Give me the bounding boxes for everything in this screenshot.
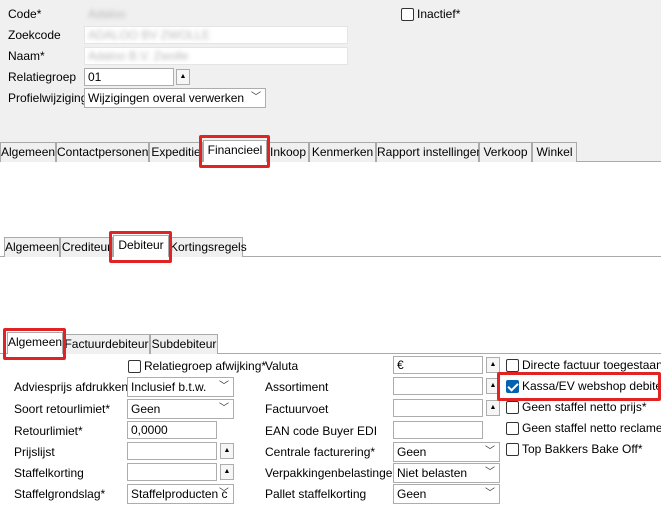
fin-tab-kortingsregels[interactable]: Kortingsregels — [169, 237, 247, 257]
geen-staffel-prijs-label: Geen staffel netto prijs* — [522, 400, 647, 414]
assortiment-label: Assortiment — [265, 380, 329, 394]
adviesprijs-label: Adviesprijs afdrukken* — [14, 380, 133, 394]
geen-staffel-prijs-checkbox[interactable] — [506, 401, 519, 414]
chevron-down-icon: ﹀ — [219, 488, 229, 499]
chevron-down-icon: ﹀ — [219, 403, 229, 414]
deb-tab-factuurdebiteur[interactable]: Factuurdebiteur — [63, 334, 150, 354]
deb-tab-subdebiteur[interactable]: Subdebiteur — [150, 334, 218, 354]
staffelkorting-lookup-icon[interactable]: ▲ — [220, 464, 234, 480]
algemeen-highlight — [3, 328, 66, 360]
code-label: Code* — [8, 7, 42, 21]
ean-field[interactable] — [393, 421, 483, 439]
chevron-down-icon: ﹀ — [251, 92, 261, 103]
retourlimiet-label: Retourlimiet* — [14, 424, 83, 438]
staffelgrondslag-select[interactable]: Staffelproducten c ﹀ — [127, 484, 234, 504]
relatiegroep-field[interactable]: 01 — [84, 68, 174, 86]
pallet-staffelkorting-label: Pallet staffelkorting — [265, 487, 367, 501]
financieel-highlight — [199, 135, 270, 168]
top-bakkers-label: Top Bakkers Bake Off* — [522, 442, 643, 456]
profielwijziging-select[interactable]: Wijzigingen overal verwerken ﹀ — [84, 88, 266, 108]
valuta-lookup-icon[interactable]: ▲ — [486, 357, 500, 373]
verpakking-select[interactable]: Niet belasten ﹀ — [393, 463, 500, 483]
fin-tab-bar: Algemeen Crediteur Debiteur Kortingsrege… — [0, 235, 661, 257]
verpakking-label: Verpakkingenbelastingen* — [265, 466, 404, 480]
staffelkorting-label: Staffelkorting — [14, 466, 84, 480]
prijslijst-field[interactable] — [127, 442, 217, 460]
prijslijst-lookup-icon[interactable]: ▲ — [220, 443, 234, 459]
fin-tab-algemeen[interactable]: Algemeen — [4, 237, 60, 257]
directe-factuur-checkbox[interactable] — [506, 359, 519, 372]
fin-tab-crediteur[interactable]: Crediteur — [60, 237, 113, 257]
pallet-staffelkorting-select[interactable]: Geen ﹀ — [393, 484, 500, 504]
naam-label: Naam* — [8, 49, 45, 63]
factuurvoet-field[interactable] — [393, 399, 483, 417]
tab-rapport-instellingen[interactable]: Rapport instellingen — [376, 142, 483, 162]
kassa-ev-highlight — [497, 372, 661, 401]
tab-contactpersonen[interactable]: Contactpersonen — [56, 142, 149, 162]
tab-kenmerken[interactable]: Kenmerken — [309, 142, 376, 162]
chevron-down-icon: ﹀ — [485, 446, 495, 457]
valuta-field[interactable]: € — [393, 356, 483, 374]
tab-expeditie[interactable]: Expeditie — [149, 142, 203, 162]
chevron-down-icon: ﹀ — [485, 467, 495, 478]
chevron-down-icon: ﹀ — [485, 488, 495, 499]
ean-label: EAN code Buyer EDI — [265, 424, 378, 438]
inactief-label: Inactief* — [417, 7, 461, 21]
top-bakkers-checkbox[interactable] — [506, 443, 519, 456]
relatiegroep-label: Relatiegroep — [8, 70, 77, 84]
naam-field[interactable]: Adaloo B.V. Zwolle — [84, 47, 348, 65]
adviesprijs-select[interactable]: Inclusief b.t.w. ﹀ — [127, 377, 234, 397]
main-tab-bar: Algemeen Contactpersonen Expeditie Finan… — [0, 140, 661, 162]
factuurvoet-label: Factuurvoet — [265, 402, 329, 416]
deb-tab-bar: Algemeen Factuurdebiteur Subdebiteur — [0, 332, 661, 354]
inactief-checkbox[interactable] — [401, 8, 414, 21]
profielwijziging-label: Profielwijziging* — [8, 91, 93, 105]
valuta-label: Valuta — [265, 359, 299, 373]
directe-factuur-label: Directe factuur toegestaan* — [522, 358, 661, 372]
geen-staffel-reclame-checkbox[interactable] — [506, 422, 519, 435]
code-field[interactable]: Adaloo — [84, 5, 180, 23]
zoekcode-label: Zoekcode — [8, 28, 61, 42]
staffelkorting-field[interactable] — [127, 463, 217, 481]
assortiment-field[interactable] — [393, 377, 483, 395]
soort-retourlimiet-select[interactable]: Geen ﹀ — [127, 399, 234, 419]
tab-winkel[interactable]: Winkel — [532, 142, 577, 162]
staffelgrondslag-label: Staffelgrondslag* — [14, 487, 106, 501]
geen-staffel-reclame-label: Geen staffel netto reclame* — [522, 421, 661, 435]
relatiegroep-afwijking-label: Relatiegroep afwijking* — [144, 359, 267, 373]
soort-retourlimiet-label: Soort retourlimiet* — [14, 402, 111, 416]
chevron-down-icon: ﹀ — [219, 381, 229, 392]
relatiegroep-lookup-icon[interactable]: ▲ — [176, 69, 190, 85]
relatiegroep-afwijking-checkbox[interactable] — [128, 360, 141, 373]
prijslijst-label: Prijslijst — [14, 445, 55, 459]
retourlimiet-field[interactable]: 0,0000 — [127, 421, 217, 439]
centrale-facturering-select[interactable]: Geen ﹀ — [393, 442, 500, 462]
centrale-facturering-label: Centrale facturering* — [265, 445, 376, 459]
tab-inkoop[interactable]: Inkoop — [267, 142, 309, 162]
tab-verkoop[interactable]: Verkoop — [479, 142, 532, 162]
debiteur-highlight — [109, 231, 172, 263]
factuurvoet-lookup-icon[interactable]: ▲ — [486, 400, 500, 416]
tab-algemeen[interactable]: Algemeen — [0, 142, 56, 162]
zoekcode-field[interactable]: ADALOO BV ZWOLLE — [84, 26, 348, 44]
